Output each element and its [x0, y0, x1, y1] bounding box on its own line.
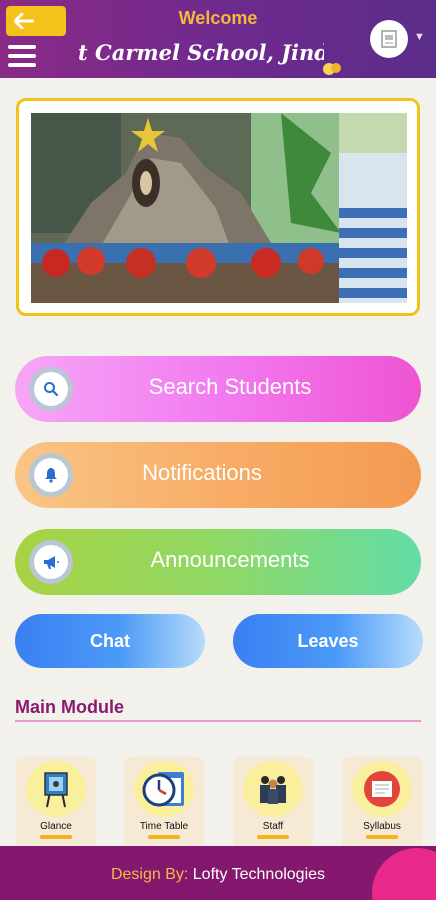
clock-calendar-icon	[134, 761, 194, 817]
module-label: Time Table	[139, 821, 189, 832]
module-card-syllabus[interactable]: Syllabus	[342, 757, 422, 847]
module-card-staff[interactable]: Staff	[233, 757, 313, 847]
module-card-glance[interactable]: Glance	[16, 757, 96, 847]
module-underline	[148, 835, 180, 839]
module-label: Syllabus	[363, 821, 401, 832]
announcements-button[interactable]: Announcements	[15, 529, 421, 595]
footer-credit: Design By: Lofty Technologies	[0, 866, 436, 884]
footer-design-by: Design By:	[110, 866, 189, 883]
welcome-title: Welcome	[178, 8, 258, 28]
module-card-time-table[interactable]: Time Table	[124, 757, 204, 847]
module-label: Staff	[262, 821, 284, 832]
module-underline	[257, 835, 289, 839]
announcements-label: Announcements	[150, 547, 310, 572]
notifications-button[interactable]: Notifications	[15, 442, 421, 508]
school-banner[interactable]	[16, 98, 420, 316]
easel-icon	[26, 761, 86, 817]
balloon-icon	[323, 63, 341, 75]
module-label: Glance	[40, 821, 72, 832]
hamburger-icon[interactable]	[8, 45, 36, 69]
footer-bar: Design By: Lofty Technologies	[0, 846, 436, 900]
leaves-button[interactable]: Leaves	[233, 614, 423, 668]
section-divider	[15, 720, 421, 722]
banner-photo	[31, 113, 407, 303]
notifications-label: Notifications	[142, 460, 262, 485]
footer-company: Lofty Technologies	[192, 866, 326, 883]
search-students-button[interactable]: Search Students	[15, 356, 421, 422]
search-students-label: Search Students	[148, 374, 312, 399]
image-placeholder-icon	[381, 30, 397, 48]
people-icon	[243, 761, 303, 817]
chevron-down-icon[interactable]: ▼	[414, 31, 425, 43]
chat-button[interactable]: Chat	[15, 614, 205, 668]
module-underline	[366, 835, 398, 839]
school-name: t Carmel School, Jindwari	[78, 40, 324, 65]
book-icon	[352, 761, 412, 817]
main-module-title: Main Module	[15, 697, 124, 717]
module-underline	[40, 835, 72, 839]
profile-avatar[interactable]	[370, 20, 408, 58]
app-header: Welcome t Carmel School, Jindwari ▼	[0, 0, 436, 78]
